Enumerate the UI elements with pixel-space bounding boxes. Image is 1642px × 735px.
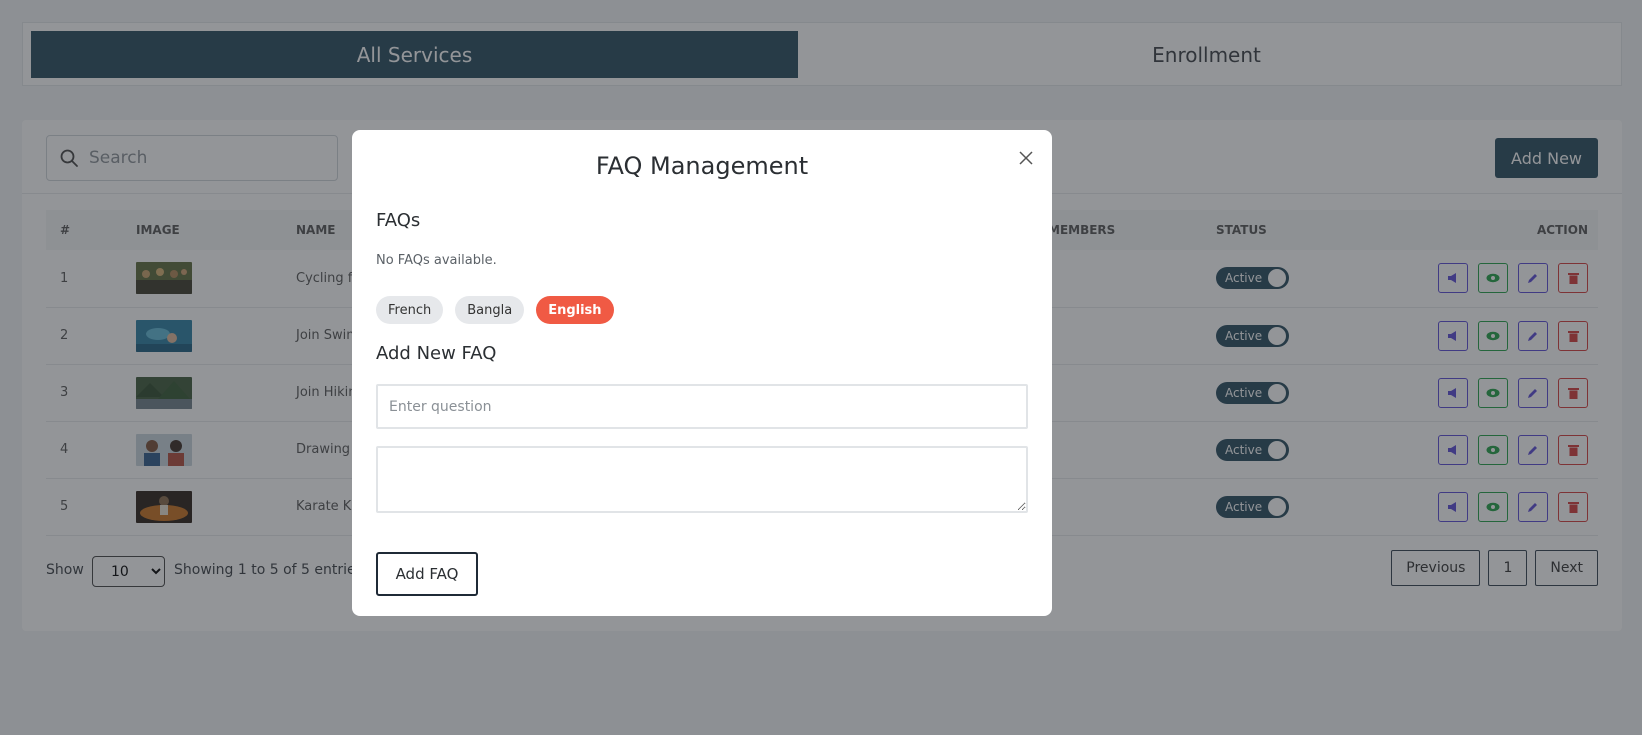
lang-french-button[interactable]: French bbox=[376, 296, 444, 324]
modal-title: FAQ Management bbox=[595, 152, 809, 180]
add-faq-heading: Add New FAQ bbox=[376, 343, 497, 364]
lang-bangla-button[interactable]: Bangla bbox=[455, 296, 525, 324]
add-faq-button[interactable]: Add FAQ bbox=[376, 552, 478, 596]
answer-textarea[interactable] bbox=[376, 446, 1028, 513]
language-tabs: French Bangla English bbox=[376, 296, 614, 324]
no-faqs-message: No FAQs available. bbox=[376, 253, 497, 268]
close-icon[interactable] bbox=[1018, 150, 1034, 166]
lang-english-button[interactable]: English bbox=[536, 296, 614, 324]
faq-modal: FAQ Management FAQs No FAQs available. F… bbox=[352, 130, 1052, 616]
faqs-heading: FAQs bbox=[376, 210, 421, 231]
question-input[interactable] bbox=[376, 384, 1028, 429]
